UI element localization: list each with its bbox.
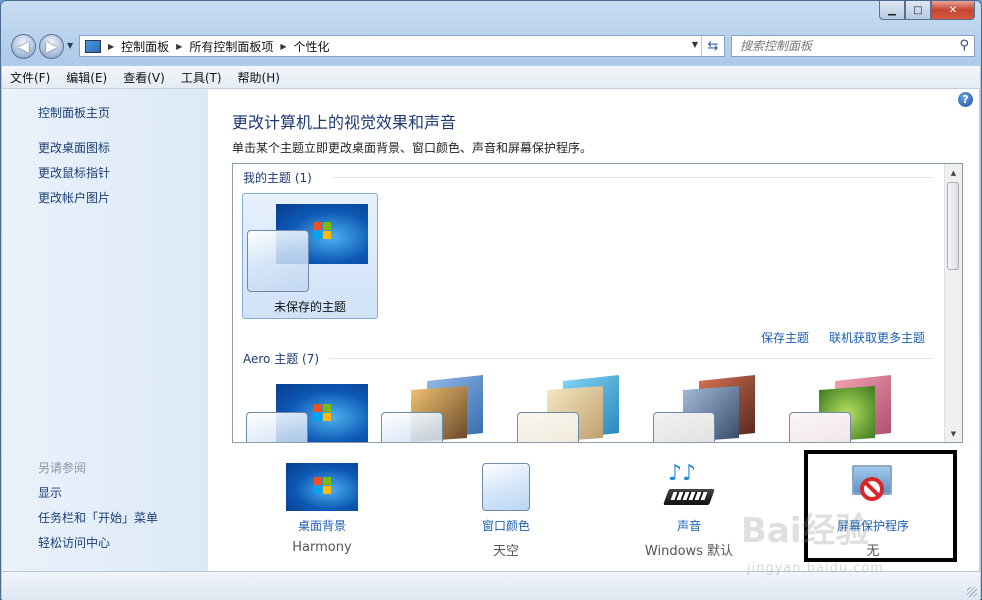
sidebar: 控制面板主页 更改桌面图标 更改鼠标指针 更改帐户图片 另请参阅 显示 任务栏和… (2, 89, 208, 571)
aero-theme-architecture[interactable] (381, 375, 483, 442)
theme-list: 我的主题 (1) 未保存的主题 保存主题 联机获取更多主题 Aero 主题 (7… (232, 163, 963, 443)
personalization-window: ▁ □ ✕ ◀ ▶ ▼ ▶ 控制面板 ▶ 所有控制面板项 ▶ 个性化 ▼ ⇆ ⚲… (0, 0, 982, 600)
menu-edit[interactable]: 编辑(E) (58, 69, 115, 86)
save-theme-link[interactable]: 保存主题 (761, 329, 809, 346)
recent-pages-dropdown-icon[interactable]: ▼ (67, 41, 73, 50)
breadcrumb-all-items[interactable]: 所有控制面板项 (189, 38, 273, 55)
sidebar-change-desktop-icons[interactable]: 更改桌面图标 (38, 139, 110, 156)
refresh-button[interactable]: ⇆ (701, 36, 724, 56)
search-box[interactable]: ⚲ (731, 35, 975, 57)
sidebar-change-account-picture[interactable]: 更改帐户图片 (38, 189, 110, 206)
sounds-setting[interactable]: ♪♪ 声音 Windows 默认 (634, 461, 744, 559)
page-description: 单击某个主题立即更改桌面背景、窗口颜色、声音和屏幕保护程序。 (232, 141, 593, 155)
sounds-value: Windows 默认 (644, 544, 734, 559)
window-color-swatch (381, 412, 443, 442)
page-title: 更改计算机上的视觉效果和声音 (232, 113, 457, 132)
group-divider (333, 177, 933, 178)
see-also-heading: 另请参阅 (38, 461, 87, 475)
window-color-swatch (247, 230, 309, 292)
aero-theme-characters[interactable] (517, 375, 619, 442)
watermark-logo: Bai经验 (741, 511, 870, 551)
control-panel-icon (85, 39, 101, 53)
desktop-background-setting[interactable]: 桌面背景 Harmony (270, 463, 374, 555)
menu-view[interactable]: 查看(V) (115, 69, 173, 86)
breadcrumb-control-panel[interactable]: 控制面板 (121, 38, 169, 55)
refresh-icon: ⇆ (707, 38, 719, 54)
breadcrumb-separator-icon[interactable]: ▶ (108, 42, 114, 51)
search-input[interactable] (738, 38, 952, 54)
search-icon[interactable]: ⚲ (959, 38, 969, 53)
menu-bar: 文件(F) 编辑(E) 查看(V) 工具(T) 帮助(H) (2, 66, 980, 89)
address-dropdown-icon[interactable]: ▼ (692, 40, 698, 49)
get-more-themes-link[interactable]: 联机获取更多主题 (829, 329, 925, 346)
aero-theme-nature[interactable] (789, 375, 891, 442)
window-color-swatch (517, 412, 579, 442)
group-divider (329, 358, 933, 359)
close-button[interactable]: ✕ (931, 1, 975, 20)
unsaved-theme-label: 未保存的主题 (273, 300, 346, 314)
scroll-down-icon[interactable]: ▼ (945, 425, 962, 442)
aero-theme-landscapes[interactable] (653, 375, 755, 442)
unsaved-theme-tile[interactable]: 未保存的主题 (242, 193, 378, 319)
theme-list-scrollbar[interactable]: ▲ ▼ (944, 164, 962, 442)
see-also-taskbar-start-menu[interactable]: 任务栏和「开始」菜单 (38, 509, 158, 526)
breadcrumb-separator-icon[interactable]: ▶ (280, 42, 286, 51)
desktop-background-thumbnail (286, 463, 358, 511)
scroll-up-icon[interactable]: ▲ (945, 164, 962, 181)
see-also-display[interactable]: 显示 (38, 484, 62, 501)
sidebar-change-mouse-pointers[interactable]: 更改鼠标指针 (38, 164, 110, 181)
back-arrow-icon: ◀ (18, 38, 29, 55)
window-color-swatch (789, 412, 851, 442)
breadcrumb-separator-icon[interactable]: ▶ (176, 42, 182, 51)
window-color-label[interactable]: 窗口颜色 (454, 517, 558, 534)
maximize-button[interactable]: □ (905, 1, 931, 20)
my-themes-header: 我的主题 (1) (243, 171, 312, 185)
back-button[interactable]: ◀ (11, 34, 36, 59)
window-color-swatch (246, 412, 308, 442)
windows-logo-icon (314, 222, 332, 240)
sounds-icon: ♪♪ (662, 461, 716, 511)
window-color-swatch-icon (482, 463, 530, 511)
watermark-url: jingyan.baidu.com (747, 561, 884, 576)
help-icon[interactable]: ? (958, 92, 973, 107)
see-also-ease-of-access[interactable]: 轻松访问中心 (38, 534, 110, 551)
caption-buttons: ▁ □ ✕ (879, 1, 975, 20)
desktop-background-value: Harmony (292, 540, 352, 555)
windows-logo-icon (314, 404, 332, 422)
aero-theme-windows7[interactable] (246, 382, 368, 442)
breadcrumb-personalization[interactable]: 个性化 (294, 38, 330, 55)
menu-help[interactable]: 帮助(H) (230, 69, 288, 86)
forward-button[interactable]: ▶ (39, 34, 64, 59)
address-bar[interactable]: ▶ 控制面板 ▶ 所有控制面板项 ▶ 个性化 ▼ ⇆ (79, 35, 725, 57)
resize-grip-icon[interactable] (967, 587, 977, 597)
sidebar-control-panel-home[interactable]: 控制面板主页 (38, 104, 110, 121)
menu-file[interactable]: 文件(F) (2, 69, 58, 86)
forward-arrow-icon: ▶ (46, 38, 57, 55)
minimize-button[interactable]: ▁ (879, 1, 905, 20)
sounds-label[interactable]: 声音 (634, 517, 744, 534)
desktop-background-label[interactable]: 桌面背景 (270, 517, 374, 534)
window-color-swatch (653, 412, 715, 442)
window-color-value: 天空 (492, 544, 519, 559)
menu-tools[interactable]: 工具(T) (173, 69, 230, 86)
scroll-thumb[interactable] (947, 182, 959, 270)
windows-logo-icon (314, 477, 332, 495)
navigation-bar: ◀ ▶ ▼ ▶ 控制面板 ▶ 所有控制面板项 ▶ 个性化 ▼ ⇆ ⚲ (9, 33, 975, 61)
aero-themes-header: Aero 主题 (7) (243, 352, 320, 366)
window-color-setting[interactable]: 窗口颜色 天空 (454, 463, 558, 559)
